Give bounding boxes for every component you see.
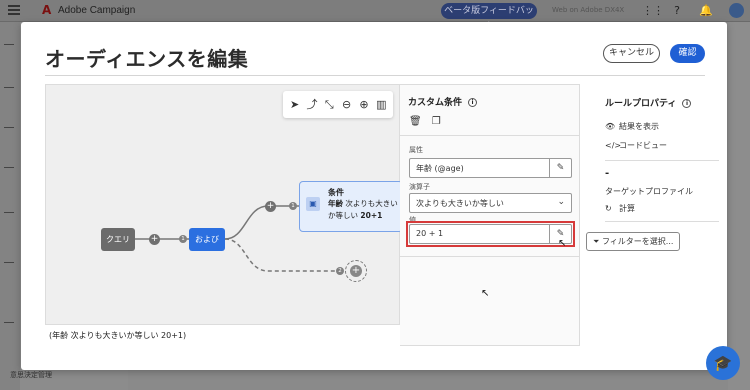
calculate-label: 計算 xyxy=(619,204,635,213)
app-name: Adobe Campaign xyxy=(58,5,136,16)
query-summary: (年齢 次よりも大きいか等しい 20+1) xyxy=(49,331,187,340)
operator-value: 次よりも大きいか等しい xyxy=(416,199,504,208)
show-results-label: 結果を表示 xyxy=(619,122,659,131)
attribute-value: 年齢 (@age) xyxy=(416,164,464,173)
custom-condition-panel: カスタム条件 i 🗑 ❐ 属性 年齢 (@age) ✎ 演算子 次よりも大きいか等し… xyxy=(400,84,580,346)
calculate-button[interactable]: ↻ 計算 xyxy=(605,203,635,214)
canvas-toolbar: ➤ ⤴ ⤡ ⊖ ⊕ ▥ xyxy=(283,91,393,118)
mouse-pointer-icon: ↖ xyxy=(558,238,567,249)
rail-item[interactable] xyxy=(4,212,14,213)
condition-actions: 🗑 ❐ xyxy=(409,116,451,127)
rule-properties-heading: ルールプロパティ i xyxy=(605,96,692,109)
query-summary-bar: (年齢 次よりも大きいか等しい 20+1) xyxy=(45,324,400,346)
select-filter-label: フィルターを選択... xyxy=(601,237,674,246)
target-profiles-label: ターゲットプロファイル xyxy=(605,187,693,196)
pointer-icon[interactable]: ➤ xyxy=(287,97,303,113)
sidebar-item-decision-management[interactable]: 意思決定管理 xyxy=(10,370,52,380)
plus-icon: + xyxy=(350,265,362,277)
divider xyxy=(400,256,579,257)
filter-icon: ⏷ xyxy=(593,237,600,246)
divider xyxy=(45,75,705,76)
confirm-button[interactable]: 確認 xyxy=(670,44,705,63)
operator-select[interactable]: 次よりも大きいか等しい ⌄ xyxy=(409,193,572,213)
custom-condition-heading-label: カスタム条件 xyxy=(408,98,463,108)
divider xyxy=(400,135,579,136)
edit-audience-dialog: オーディエンスを編集 キャンセル 確認 ➤ ⤴ ⤡ ⊖ ⊕ ▥ クエリ + 1 … xyxy=(21,22,727,370)
reroute-icon[interactable]: ⤴ xyxy=(304,97,320,113)
rule-properties-heading-label: ルールプロパティ xyxy=(605,99,677,109)
condition-title: 条件 xyxy=(328,188,344,197)
code-view-link[interactable]: </>コードビュー xyxy=(605,140,667,151)
book-icon[interactable]: ▥ xyxy=(373,97,389,113)
select-filter-button[interactable]: ⏷ フィルターを選択... xyxy=(586,232,680,251)
condition-field: 年齢 xyxy=(328,199,343,208)
add-branch-button[interactable]: + xyxy=(345,260,367,282)
rail-item[interactable] xyxy=(4,87,14,88)
divider xyxy=(605,160,719,161)
background-panel xyxy=(728,22,750,390)
rule-builder-canvas[interactable]: ➤ ⤴ ⤡ ⊖ ⊕ ▥ クエリ + 1 および + 1 ▣ 条件 年齢 次よりも… xyxy=(45,84,403,346)
operator-label: 演算子 xyxy=(409,183,430,191)
code-view-label: コードビュー xyxy=(619,141,667,150)
zoom-out-icon[interactable]: ⊖ xyxy=(339,97,355,113)
add-node-icon[interactable]: + xyxy=(265,201,276,212)
attribute-field[interactable]: 年齢 (@age) ✎ xyxy=(409,158,572,178)
adobe-logo-icon: A xyxy=(42,3,52,17)
rail-item[interactable] xyxy=(4,262,14,263)
help-icon[interactable]: ? xyxy=(671,5,683,17)
condition-node[interactable]: ▣ 条件 年齢 次よりも大きいか等しい 20+1 xyxy=(299,181,403,232)
value-text: 20 + 1 xyxy=(416,229,444,238)
menu-icon[interactable] xyxy=(8,5,20,15)
rail-item[interactable] xyxy=(4,44,14,45)
add-node-icon[interactable]: + xyxy=(149,234,160,245)
condition-description: 年齢 次よりも大きいか等しい 20+1 xyxy=(328,198,400,222)
eye-icon: 👁 xyxy=(605,122,616,131)
refresh-icon: ↻ xyxy=(605,204,612,213)
beta-feedback-button[interactable]: ベータ版フィードバック xyxy=(441,3,537,32)
trash-icon[interactable]: 🗑 xyxy=(409,116,422,127)
info-icon[interactable]: i xyxy=(468,98,478,107)
bell-icon[interactable]: 🔔 xyxy=(699,5,713,17)
info-icon[interactable]: i xyxy=(682,99,692,108)
learn-icon[interactable]: 🎓 xyxy=(706,346,740,380)
org-switcher[interactable]: Web on Adobe DX4X xyxy=(552,6,624,14)
cancel-button[interactable]: キャンセル xyxy=(603,44,660,63)
profile-count: - xyxy=(605,168,610,179)
edit-expression-icon[interactable]: ✎ xyxy=(549,159,571,177)
rail-item[interactable] xyxy=(4,322,14,323)
code-icon: </> xyxy=(605,141,622,150)
value-field[interactable]: 20 + 1 ✎ xyxy=(409,224,572,244)
chevron-down-icon: ⌄ xyxy=(557,197,565,207)
rail-item[interactable] xyxy=(4,127,14,128)
and-node[interactable]: および xyxy=(189,228,225,251)
custom-condition-heading: カスタム条件 i xyxy=(408,95,478,108)
copy-icon[interactable]: ❐ xyxy=(432,116,441,127)
attribute-label: 属性 xyxy=(409,146,423,154)
query-node[interactable]: クエリ xyxy=(101,228,135,251)
left-rail xyxy=(0,22,20,390)
mouse-pointer-icon: ↖ xyxy=(481,288,490,299)
show-results-link[interactable]: 👁 結果を表示 xyxy=(605,121,659,132)
port-number: 2 xyxy=(336,267,344,275)
dialog-title: オーディエンスを編集 xyxy=(45,47,249,71)
divider xyxy=(605,221,719,222)
zoom-in-icon[interactable]: ⊕ xyxy=(356,97,372,113)
port-number: 1 xyxy=(179,235,187,243)
avatar[interactable] xyxy=(729,3,744,18)
profile-icon: ▣ xyxy=(306,197,320,211)
app-header: A Adobe Campaign ベータ版フィードバック Web on Adob… xyxy=(0,0,750,32)
port-number: 1 xyxy=(289,202,297,210)
condition-value: 20+1 xyxy=(360,211,383,220)
collapse-icon[interactable]: ⤡ xyxy=(321,97,337,113)
rail-item[interactable] xyxy=(4,167,14,168)
apps-grid-icon[interactable]: ⋮⋮ xyxy=(642,5,664,17)
